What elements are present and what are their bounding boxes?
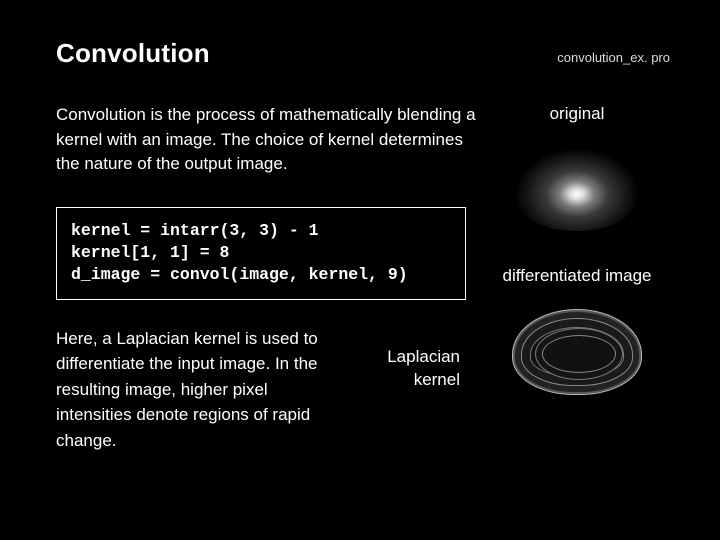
ct-diff-graphic [512, 309, 642, 395]
intro-paragraph: Convolution is the process of mathematic… [56, 103, 476, 177]
kernel-caption: Laplacian kernel [350, 346, 460, 454]
body-row: Convolution is the process of mathematic… [56, 103, 670, 453]
code-block: kernel = intarr(3, 3) - 1 kernel[1, 1] =… [56, 207, 466, 300]
ct-original-graphic [516, 149, 638, 231]
source-file-label: convolution_ex. pro [557, 50, 670, 65]
differentiated-caption: differentiated image [492, 265, 662, 287]
right-column: original differentiated image [492, 103, 662, 453]
header-row: Convolution convolution_ex. pro [56, 38, 670, 69]
explain-paragraph: Here, a Laplacian kernel is used to diff… [56, 326, 336, 454]
differentiated-image [502, 297, 652, 407]
slide: Convolution convolution_ex. pro Convolut… [0, 0, 720, 540]
original-caption: original [492, 103, 662, 125]
original-image [502, 135, 652, 245]
lower-row: Here, a Laplacian kernel is used to diff… [56, 326, 476, 454]
page-title: Convolution [56, 38, 210, 69]
left-column: Convolution is the process of mathematic… [56, 103, 476, 453]
